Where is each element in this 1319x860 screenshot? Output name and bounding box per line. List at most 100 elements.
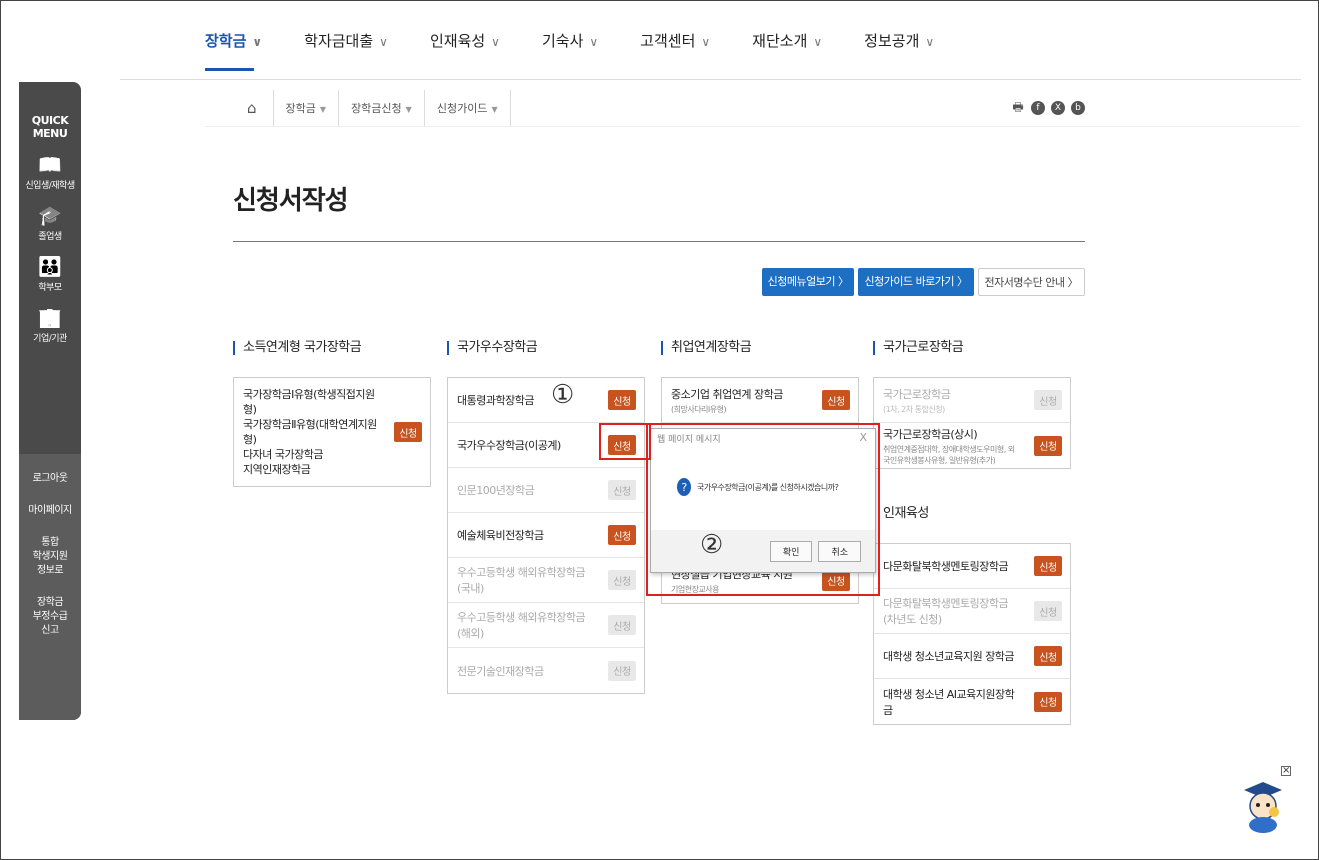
nav-divider (120, 79, 1301, 80)
scholarship-row: 국가근로장학금 (1차, 2차 통합신청) 신청 (874, 378, 1070, 423)
nav-label: 정보공개 (864, 32, 920, 50)
home-icon[interactable]: ⌂ (247, 99, 257, 117)
column-heading: 국가우수장학금 (447, 341, 645, 355)
nav-item-5[interactable]: 고객센터 ∨ (640, 30, 710, 63)
scholarship-title: 다자녀 국가장학금 (243, 448, 323, 461)
scholarship-row: 인문100년장학금 신청 (448, 468, 644, 513)
apply-button[interactable]: 신청 (608, 390, 636, 410)
scholarship-row: 중소기업 취업연계 장학금 (희망사다리Ⅰ유형) 신청 (662, 378, 858, 423)
apply-button[interactable]: 신청 (608, 525, 636, 545)
print-icon[interactable]: 🖶 (1011, 100, 1025, 115)
scholarship-row: 다문화탈북학생멘토링장학금(차년도 신청) 신청 (874, 589, 1070, 634)
scholarship-title: 전문기술인재장학금 (457, 664, 544, 678)
nav-item-7[interactable]: 정보공개 ∨ (864, 30, 934, 63)
quick-menu-link-4[interactable]: 장학금 부정수급 신고 (19, 596, 81, 638)
scholarship-title: 국가장학금Ⅰ유형(학생직접지원형) (243, 388, 375, 416)
esign-guide-button[interactable]: 전자서명수단 안내 〉 (977, 268, 1085, 296)
scholarship-row: 대학생 청소년교육지원 장학금 신청 (874, 634, 1070, 679)
scholarship-title: 다문화탈북학생멘토링장학금(차년도 신청) (883, 597, 1009, 626)
scholarship-title: 우수고등학생 해외유학장학금(국내) (457, 566, 586, 595)
nav-item-4[interactable]: 기숙사 ∨ (542, 30, 598, 63)
scholarship-row: 우수고등학생 해외유학장학금(국내) 신청 (448, 558, 644, 603)
quick-menu-item-4[interactable]: 🏢 기업/기관 (19, 307, 81, 344)
highlight-dialog (646, 423, 880, 596)
step-marker-1: ① (551, 380, 575, 410)
parents-icon: 👪 (38, 256, 62, 278)
quick-menu-links: 로그아웃마이페이지통합 학생지원 정보로장학금 부정수급 신고 (19, 454, 81, 720)
breadcrumb-item-3[interactable]: 신청가이드 ▼ (425, 100, 510, 116)
quick-menu-label: 졸업생 (38, 232, 62, 242)
breadcrumb-item-1[interactable]: 장학금 ▼ (274, 100, 339, 116)
apply-button[interactable]: 신청 (1034, 646, 1062, 666)
book-icon: 📖 (38, 154, 62, 176)
breadcrumb-divider (205, 126, 1301, 127)
quick-menu-label: 학부모 (38, 283, 62, 293)
scholarship-title: 우수고등학생 해외유학장학금(해외) (457, 611, 586, 640)
quick-menu-link-2[interactable]: 마이페이지 (19, 504, 81, 518)
chevron-down-icon: ∨ (491, 35, 500, 49)
apply-button: 신청 (608, 480, 636, 500)
main-nav: 장학금 ∨ 학자금대출 ∨ 인재육성 ∨ 기숙사 ∨ 고객센터 ∨ 재단소개 ∨ 정보공개 ∨ (205, 30, 976, 71)
scholarship-title: 대학생 청소년교육지원 장학금 (883, 650, 1015, 663)
nav-label: 기숙사 (541, 32, 584, 50)
scholarship-list: 다문화탈북학생멘토링장학금 신청 다문화탈북학생멘토링장학금(차년도 신청) 신청 대학… (873, 543, 1071, 725)
quick-menu-link-1[interactable]: 로그아웃 (19, 472, 81, 486)
blog-icon[interactable]: b (1071, 101, 1085, 115)
column-heading: 취업연계장학금 (661, 341, 859, 355)
breadcrumb: ⌂ 장학금 ▼ 장학금신청 ▼ 신청가이드 ▼ 🖶 f X b (233, 90, 1085, 126)
nav-item-1[interactable]: 장학금 ∨ (205, 30, 263, 71)
nav-label: 학자금대출 (304, 32, 374, 50)
quick-menu-item-2[interactable]: 🎓 졸업생 (19, 205, 81, 242)
scholarship-list: 국가장학금Ⅰ유형(학생직접지원형) 국가장학금Ⅱ유형(대학연계지원형) 다자녀 국가… (233, 377, 431, 487)
apply-button: 신청 (1034, 601, 1062, 621)
apply-button[interactable]: 신청 (822, 390, 850, 410)
apply-button[interactable]: 신청 (1034, 556, 1062, 576)
nav-label: 재단소개 (752, 32, 808, 50)
highlight-apply-button (599, 423, 651, 460)
column-heading: 인재육성 (873, 507, 1071, 521)
nav-item-6[interactable]: 재단소개 ∨ (752, 30, 822, 63)
building-icon: 🏢 (38, 307, 62, 329)
breadcrumb-item-2[interactable]: 장학금신청 ▼ (339, 100, 424, 116)
apply-button[interactable]: 신청 (1034, 435, 1062, 456)
scholarship-title: 국가근로장학금(상시) (883, 427, 978, 441)
chevron-down-icon: ∨ (379, 35, 388, 49)
scholarship-title: 국가근로장학금 (883, 387, 951, 401)
manual-button[interactable]: 신청메뉴얼보기 〉 (761, 268, 855, 296)
graduate-cap-icon: 🎓 (38, 205, 62, 227)
scholarship-subtitle: 취업연계중점대학, 장애대학생도우미형, 외국인유학생봉사유형, 일반유형(추가… (883, 444, 1015, 465)
scholarship-title: 지역인재장학금 (243, 463, 311, 476)
nav-item-3[interactable]: 인재육성 ∨ (430, 30, 500, 63)
mascot-icon[interactable] (1242, 780, 1284, 834)
apply-button: 신청 (1034, 390, 1062, 410)
scholarship-list: 국가근로장학금 (1차, 2차 통합신청) 신청국가근로장학금(상시) 취업연계중점대… (873, 377, 1071, 469)
chevron-down-icon: ∨ (813, 35, 823, 49)
scholarship-row: 예술체육비전장학금 신청 (448, 513, 644, 558)
scholarship-row: 전문기술인재장학금 신청 (448, 648, 644, 693)
chevron-down-icon: ∨ (252, 35, 263, 49)
close-mascot-icon[interactable]: × (1281, 766, 1291, 776)
nav-label: 인재육성 (429, 32, 486, 50)
scholarship-row: 우수고등학생 해외유학장학금(해외) 신청 (448, 603, 644, 648)
quick-menu-link-3[interactable]: 통합 학생지원 정보로 (19, 536, 81, 578)
apply-button[interactable]: 신청 (394, 422, 422, 442)
quick-menu-title: QUICK MENU (31, 114, 69, 140)
scholarship-title: 대학생 청소년 AI교육지원장학금 (883, 687, 1015, 717)
facebook-icon[interactable]: f (1031, 101, 1045, 115)
nav-item-2[interactable]: 학자금대출 ∨ (304, 30, 388, 63)
quick-menu-item-3[interactable]: 👪 학부모 (19, 256, 81, 293)
scholarship-row: 다문화탈북학생멘토링장학금 신청 (874, 544, 1070, 589)
apply-button: 신청 (608, 570, 636, 590)
scholarship-title: 중소기업 취업연계 장학금 (671, 387, 783, 401)
apply-button: 신청 (608, 660, 636, 681)
apply-button[interactable]: 신청 (1034, 691, 1062, 712)
x-icon[interactable]: X (1051, 101, 1065, 115)
scholarship-title: 인문100년장학금 (457, 484, 535, 497)
scholarship-title: 다문화탈북학생멘토링장학금 (883, 560, 1009, 573)
scholarship-title: 예술체육비전장학금 (457, 529, 544, 542)
chevron-down-icon: ∨ (589, 35, 599, 49)
scholarship-title: 국가우수장학금(이공계) (457, 439, 561, 452)
quick-menu-label: 기업/기관 (33, 334, 67, 344)
guide-button[interactable]: 신청가이드 바로가기 〉 (858, 268, 974, 296)
quick-menu-item-1[interactable]: 📖 신입생/재학생 (19, 154, 81, 191)
